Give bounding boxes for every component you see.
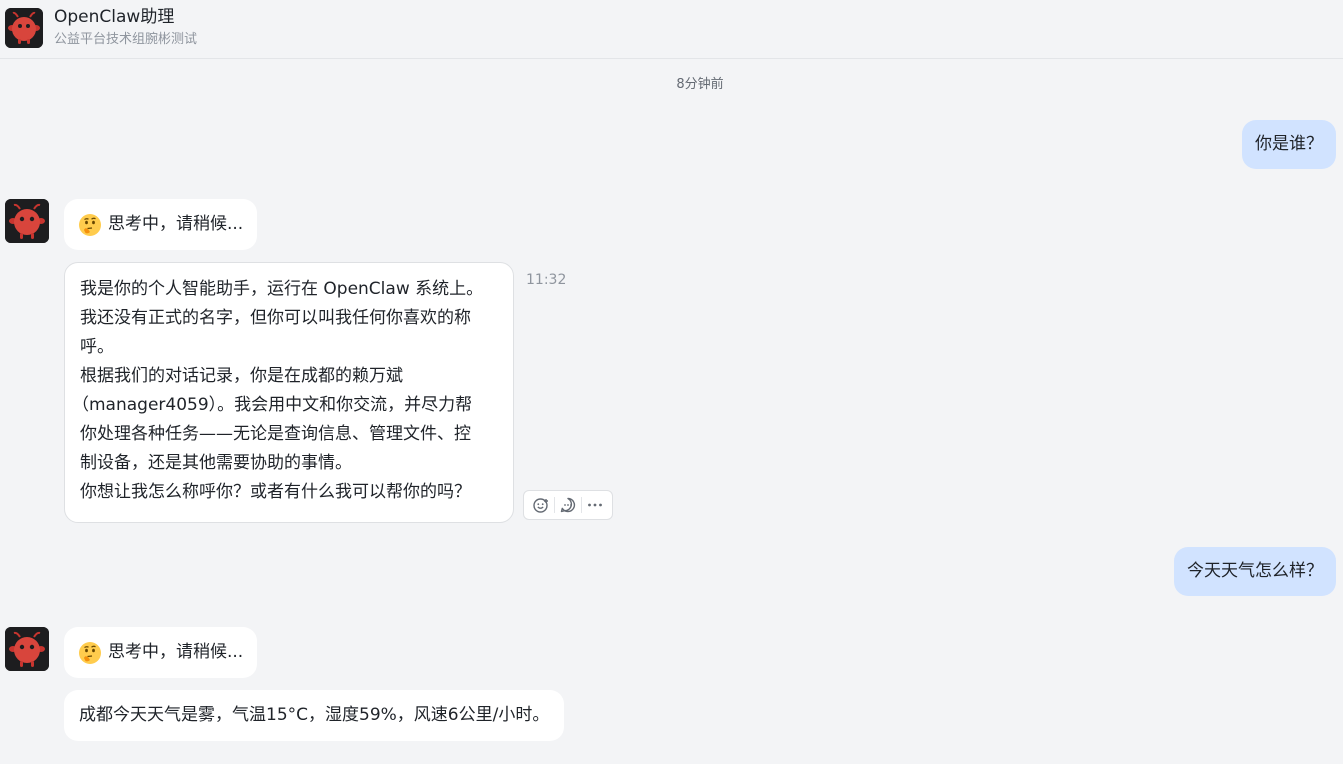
reply-line: 我是你的个人智能助手，运行在 OpenClaw 系统上。 <box>80 279 484 299</box>
add-reaction-button[interactable] <box>529 493 553 517</box>
thinking-text: 思考中，请稍候... <box>108 642 244 662</box>
more-horizontal-icon <box>588 503 603 507</box>
reply-line: 你处理各种任务——无论是查询信息、管理文件、控 <box>80 424 471 444</box>
reply-line: 你想让我怎么称呼你？或者有什么我可以帮你的吗？ <box>80 482 471 502</box>
time-divider-label: 8分钟前 <box>676 77 724 92</box>
reply-button[interactable] <box>556 493 580 517</box>
bot-avatar-icon[interactable] <box>5 199 49 243</box>
bot-reply-bubble[interactable]: 成都今天天气是雾，气温15°C，湿度59%，风速6公里/小时。 <box>64 690 565 741</box>
toolbar-divider <box>581 497 583 513</box>
chat-title: OpenClaw助理 <box>54 7 175 27</box>
reply-line: 呼。 <box>80 337 114 357</box>
time-divider: 8分钟前 <box>0 76 1343 94</box>
thinking-text: 思考中，请稍候... <box>108 214 244 234</box>
reply-line: 制设备，还是其他需要协助的事情。 <box>80 453 352 473</box>
user-message-bubble[interactable]: 你是谁？ <box>1242 120 1336 169</box>
bot-reply-bubble[interactable]: 我是你的个人智能助手，运行在 OpenClaw 系统上。 我还没有正式的名字，但… <box>64 262 514 523</box>
bot-avatar-icon[interactable] <box>5 8 43 48</box>
bot-thinking-bubble[interactable]: 思考中，请稍候... <box>64 627 258 678</box>
more-button[interactable] <box>583 493 607 517</box>
reply-line: （manager4059）。我会用中文和你交流，并尽力帮 <box>72 395 473 415</box>
bot-avatar-icon[interactable] <box>5 627 49 671</box>
reply-comment-icon <box>560 497 576 513</box>
chat-subtitle: 公益平台技术组腕彬测试 <box>54 32 198 47</box>
add-reaction-icon <box>532 498 548 513</box>
reply-line: 根据我们的对话记录，你是在成都的赖万斌 <box>80 366 403 386</box>
bot-thinking-bubble[interactable]: 思考中，请稍候... <box>64 199 258 250</box>
message-timestamp: 11:32 <box>526 272 567 288</box>
message-action-bar <box>523 490 613 520</box>
reply-line: 我还没有正式的名字，但你可以叫我任何你喜欢的称 <box>80 308 471 328</box>
toolbar-divider <box>553 497 555 513</box>
user-message-text: 你是谁？ <box>1255 134 1323 154</box>
user-message-text: 今天天气怎么样？ <box>1187 561 1323 581</box>
thinking-face-emoji-icon <box>78 641 102 665</box>
user-message-bubble[interactable]: 今天天气怎么样？ <box>1174 547 1336 596</box>
thinking-face-emoji-icon <box>78 213 102 237</box>
reply-text: 成都今天天气是雾，气温15°C，湿度59%，风速6公里/小时。 <box>79 705 550 725</box>
chat-header: OpenClaw助理 公益平台技术组腕彬测试 <box>0 0 1343 59</box>
